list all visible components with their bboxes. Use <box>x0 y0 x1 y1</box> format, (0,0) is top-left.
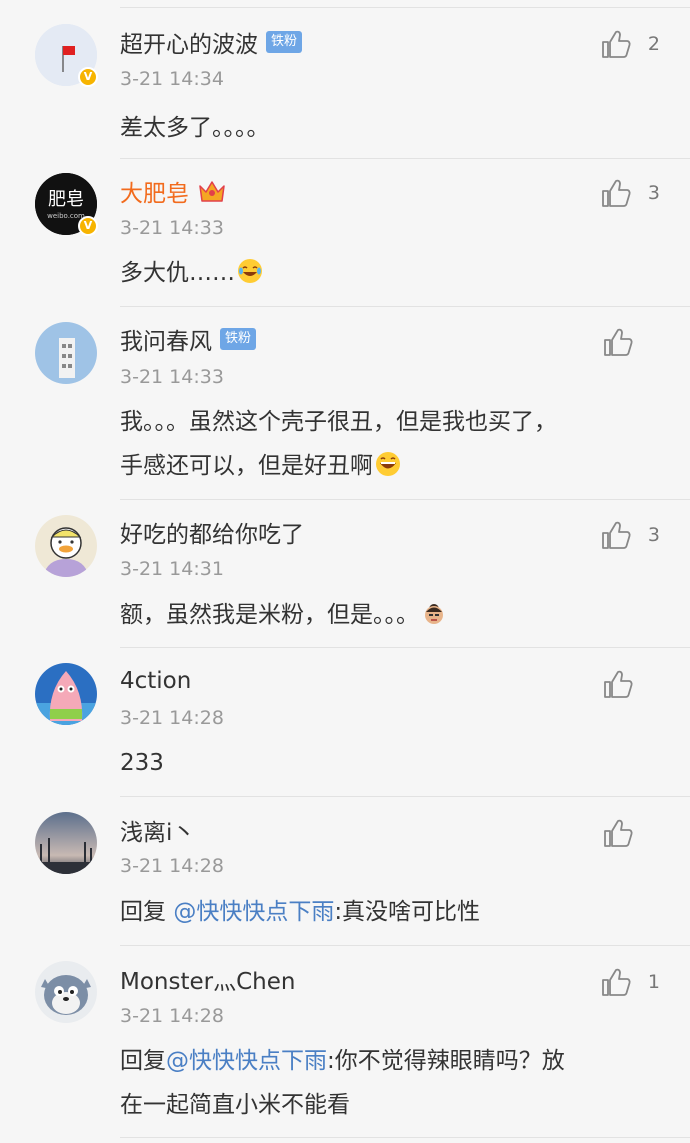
avatar[interactable] <box>35 322 97 384</box>
divider <box>120 7 690 8</box>
username[interactable]: 4ction <box>120 668 191 694</box>
comment-text: 233 <box>120 750 164 776</box>
crown-icon <box>199 181 225 202</box>
thumbs-up-icon <box>602 521 631 549</box>
avatar-text: 肥皂 <box>48 189 84 210</box>
comment-text: 我。。。虽然这个壳子很丑，但是我也买了， 手感还可以，但是好丑啊 <box>120 409 557 479</box>
comment-text: 额，虽然我是米粉，但是。。。 <box>120 593 650 637</box>
like-button[interactable]: 3 <box>600 175 660 211</box>
divider <box>120 158 690 159</box>
like-count: 2 <box>647 33 660 55</box>
like-count: 3 <box>647 524 660 546</box>
thumbs-up-icon <box>602 30 631 58</box>
fan-badge: 铁粉 <box>266 31 303 53</box>
timestamp: 3-21 14:28 <box>120 855 224 877</box>
avatar[interactable] <box>35 812 97 874</box>
timestamp: 3-21 14:31 <box>120 558 224 580</box>
divider <box>120 796 690 797</box>
mention-link[interactable]: @快快快点下雨 <box>173 899 334 925</box>
divider <box>120 306 690 307</box>
comment-text: 多大仇…… <box>120 251 650 295</box>
like-button[interactable]: 2 <box>600 26 660 62</box>
username[interactable]: Monster灬Chen <box>120 962 295 996</box>
like-button[interactable]: 1 <box>600 964 660 1000</box>
timestamp: 3-21 14:33 <box>120 217 224 239</box>
like-button[interactable]: 3 <box>600 517 660 553</box>
fan-badge: 铁粉 <box>220 328 257 350</box>
verified-v-icon: V <box>78 216 98 236</box>
username[interactable]: 大肥皂 <box>120 174 189 208</box>
username[interactable]: 超开心的波波 <box>120 25 258 59</box>
comment-text: 回复@快快快点下雨:你不觉得辣眼睛吗？放 在一起简直小米不能看 <box>120 1048 565 1118</box>
username[interactable]: 我问春风 <box>120 322 212 356</box>
thumbs-up-icon <box>602 968 631 996</box>
avatar[interactable] <box>35 663 97 725</box>
divider <box>120 499 690 500</box>
timestamp: 3-21 14:28 <box>120 1005 224 1027</box>
face-emoji <box>425 604 443 624</box>
mention-link[interactable]: @快快快点下雨 <box>166 1048 327 1074</box>
divider <box>120 647 690 648</box>
grin-emoji <box>376 452 400 476</box>
like-button[interactable] <box>602 666 660 702</box>
like-button[interactable] <box>602 815 660 851</box>
divider <box>120 945 690 946</box>
avatar[interactable] <box>35 515 97 577</box>
thumbs-up-icon <box>604 328 633 356</box>
thumbs-up-icon <box>602 179 631 207</box>
timestamp: 3-21 14:33 <box>120 366 224 388</box>
avatar[interactable] <box>35 961 97 1023</box>
username[interactable]: 浅离i丶 <box>120 813 195 847</box>
timestamp: 3-21 14:28 <box>120 707 224 729</box>
like-count: 3 <box>647 182 660 204</box>
like-button[interactable] <box>602 324 660 360</box>
username[interactable]: 好吃的都给你吃了 <box>120 515 304 549</box>
timestamp: 3-21 14:34 <box>120 68 224 90</box>
comment-feed: V 超开心的波波 铁粉 3-21 14:34 差太多了。。。。 2 肥皂 wei… <box>0 0 690 1143</box>
laugh-cry-emoji <box>238 259 262 283</box>
thumbs-up-icon <box>604 819 633 847</box>
thumbs-up-icon <box>604 670 633 698</box>
divider <box>120 1137 690 1138</box>
verified-v-icon: V <box>78 67 98 87</box>
comment-text: 回复 @快快快点下雨:真没啥可比性 <box>120 899 481 925</box>
like-count: 1 <box>647 971 660 993</box>
comment-text: 差太多了。。。。 <box>120 115 270 141</box>
